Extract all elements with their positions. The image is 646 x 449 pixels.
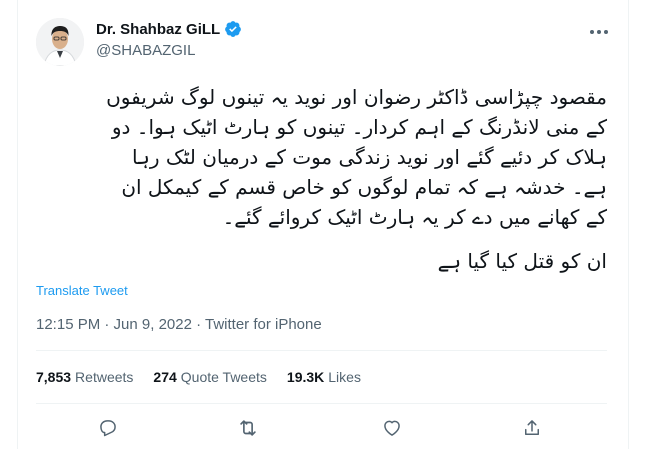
- display-name[interactable]: Dr. Shahbaz GiLL: [96, 21, 220, 38]
- reply-button[interactable]: [96, 416, 120, 440]
- more-options-button[interactable]: [584, 20, 614, 44]
- translate-tweet-link[interactable]: Translate Tweet: [36, 283, 128, 298]
- reply-icon: [100, 420, 116, 437]
- tweet-line: کے منی لانڈرنگ کے اہم کردار۔ تینوں کو ہا…: [111, 115, 607, 139]
- action-bar: [36, 416, 607, 440]
- retweet-icon: [240, 420, 256, 436]
- like-button[interactable]: [380, 416, 404, 440]
- divider: [36, 403, 607, 404]
- tweet-closing-line: ان کو قتل کیا گیا ہے: [437, 249, 607, 273]
- likes-label: Likes: [328, 369, 361, 385]
- retweets-count: 7,853: [36, 369, 72, 385]
- tweet-timestamp[interactable]: 12:15 PM · Jun 9, 2022 · Twitter for iPh…: [36, 316, 322, 333]
- likes-stat[interactable]: 19.3K Likes: [287, 369, 361, 385]
- tweet-line: کے کھانے میں دے کر یہ ہارٹ اٹیک کروائے گ…: [222, 205, 607, 229]
- divider: [36, 350, 607, 351]
- more-dots-icon: [590, 30, 608, 34]
- quote-tweets-stat[interactable]: 274 Quote Tweets: [153, 369, 267, 385]
- verified-badge-icon: [225, 21, 242, 37]
- avatar[interactable]: [36, 18, 84, 66]
- retweet-button[interactable]: [236, 416, 260, 440]
- retweets-stat[interactable]: 7,853 Retweets: [36, 369, 133, 385]
- author-block: Dr. Shahbaz GiLL @SHABAZGIL: [96, 19, 242, 59]
- tweet-line: ہے۔ خدشہ ہے کہ تمام لوگوں کو خاص قسم کے …: [121, 175, 607, 199]
- share-icon: [525, 420, 539, 435]
- right-border: [628, 0, 629, 449]
- author-handle[interactable]: @SHABAZGIL: [96, 42, 242, 59]
- tweet-card: Dr. Shahbaz GiLL @SHABAZGIL مقصود چپڑاسی…: [0, 0, 646, 449]
- tweet-text: مقصود چپڑاسی ڈاکٹر رضوان اور نوید یہ تین…: [36, 82, 607, 276]
- heart-icon: [384, 420, 400, 436]
- quote-tweets-label: Quote Tweets: [180, 369, 267, 385]
- tweet-line: ہلاک کر دئیے گئے اور نوید زندگی موت کے د…: [132, 145, 607, 169]
- tweet-line: مقصود چپڑاسی ڈاکٹر رضوان اور نوید یہ تین…: [106, 85, 607, 109]
- name-row: Dr. Shahbaz GiLL: [96, 19, 242, 39]
- share-button[interactable]: [520, 416, 544, 440]
- retweets-label: Retweets: [75, 369, 134, 385]
- likes-count: 19.3K: [286, 369, 325, 385]
- quote-tweets-count: 274: [153, 369, 177, 385]
- engagement-stats: 7,853 Retweets 274 Quote Tweets 19.3K Likes: [36, 369, 361, 385]
- left-border: [17, 0, 18, 449]
